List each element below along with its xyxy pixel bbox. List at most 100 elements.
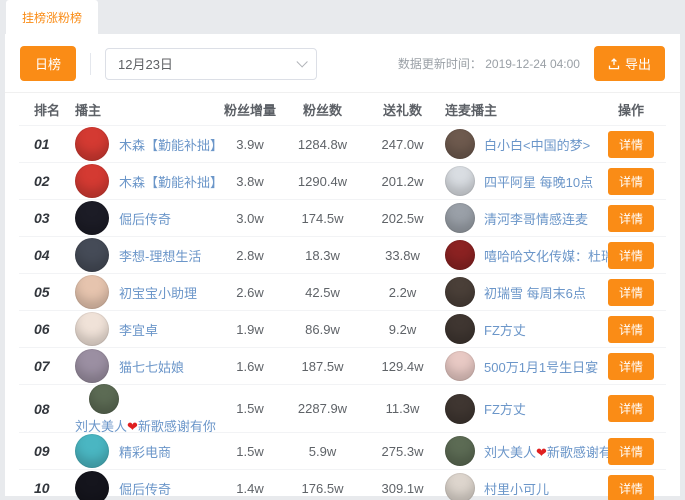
linked-broadcaster-cell: 嘻哈哈文化传媒：杜瑞才！ — [445, 240, 596, 270]
detail-button[interactable]: 详情 — [608, 242, 654, 269]
broadcaster-name-link[interactable]: 木森【勤能补拙】 — [119, 172, 223, 191]
fan-increase-value: 2.6w — [215, 285, 285, 300]
date-select[interactable]: 12月23日 — [105, 48, 317, 80]
fan-count-value: 1284.8w — [285, 137, 360, 152]
rank-number: 06 — [19, 321, 75, 337]
broadcaster-name-link[interactable]: 李想-理想生活 — [119, 246, 201, 265]
header-rank: 排名 — [19, 100, 75, 119]
linked-broadcaster-avatar[interactable] — [445, 240, 475, 270]
broadcaster-cell: 初宝宝小助理 — [75, 275, 215, 309]
broadcaster-avatar[interactable] — [75, 434, 109, 468]
linked-broadcaster-cell: 白小白<中国的梦> — [445, 129, 596, 159]
broadcaster-avatar[interactable] — [89, 384, 119, 414]
gift-count-value: 11.3w — [360, 401, 445, 416]
linked-broadcaster-cell: 初瑞雪 每周末6点 — [445, 277, 596, 307]
linked-broadcaster-name-link[interactable]: 初瑞雪 每周末6点 — [484, 283, 586, 302]
broadcaster-avatar[interactable] — [75, 349, 109, 383]
linked-broadcaster-cell: 清河李哥情感连麦 — [445, 203, 596, 233]
linked-broadcaster-avatar[interactable] — [445, 351, 475, 381]
broadcaster-avatar[interactable] — [75, 471, 109, 500]
linked-broadcaster-avatar[interactable] — [445, 436, 475, 466]
table-row: 06 李宜卓 1.9w 86.9w 9.2w FZ方丈 详情 — [19, 310, 666, 347]
broadcaster-name-link[interactable]: 初宝宝小助理 — [119, 283, 197, 302]
gift-count-value: 9.2w — [360, 322, 445, 337]
data-update-time: 数据更新时间： 2019-12-24 04:00 — [398, 55, 580, 72]
rank-number: 04 — [19, 247, 75, 263]
export-button[interactable]: 导出 — [594, 46, 665, 81]
detail-button[interactable]: 详情 — [608, 353, 654, 380]
linked-broadcaster-name-link[interactable]: FZ方丈 — [484, 320, 526, 339]
linked-broadcaster-name-link[interactable]: 白小白<中国的梦> — [484, 135, 590, 154]
linked-broadcaster-avatar[interactable] — [445, 203, 475, 233]
daily-rank-button[interactable]: 日榜 — [20, 46, 76, 81]
chevron-down-icon — [296, 56, 307, 67]
detail-button[interactable]: 详情 — [608, 205, 654, 232]
detail-button[interactable]: 详情 — [608, 395, 654, 422]
fan-count-value: 187.5w — [285, 359, 360, 374]
linked-broadcaster-avatar[interactable] — [445, 277, 475, 307]
fan-count-value: 176.5w — [285, 481, 360, 496]
gift-count-value: 201.2w — [360, 174, 445, 189]
gift-count-value: 247.0w — [360, 137, 445, 152]
fan-increase-value: 1.9w — [215, 322, 285, 337]
table-row: 03 倔后传奇 3.0w 174.5w 202.5w 清河李哥情感连麦 详情 — [19, 199, 666, 236]
broadcaster-avatar[interactable] — [75, 127, 109, 161]
linked-broadcaster-avatar[interactable] — [445, 314, 475, 344]
linked-broadcaster-name-link[interactable]: 四平阿星 每晚10点 — [484, 172, 593, 191]
linked-broadcaster-avatar[interactable] — [445, 166, 475, 196]
fan-count-value: 2287.9w — [285, 401, 360, 416]
broadcaster-avatar[interactable] — [75, 275, 109, 309]
broadcaster-name-link[interactable]: 倔后传奇 — [119, 479, 171, 498]
broadcaster-name-link[interactable]: 精彩电商 — [119, 442, 171, 461]
linked-broadcaster-cell: FZ方丈 — [445, 394, 596, 424]
linked-broadcaster-name-link[interactable]: 清河李哥情感连麦 — [484, 209, 588, 228]
linked-broadcaster-name-link[interactable]: 500万1月1号生日宴 — [484, 357, 598, 376]
detail-button[interactable]: 详情 — [608, 438, 654, 465]
detail-button[interactable]: 详情 — [608, 316, 654, 343]
fan-count-value: 174.5w — [285, 211, 360, 226]
gift-count-value: 129.4w — [360, 359, 445, 374]
detail-button[interactable]: 详情 — [608, 279, 654, 306]
broadcaster-name-link[interactable]: 倔后传奇 — [119, 209, 171, 228]
main-card: 日榜 12月23日 数据更新时间： 2019-12-24 04:00 导出 排名… — [5, 34, 680, 496]
linked-broadcaster-avatar[interactable] — [445, 394, 475, 424]
fan-increase-value: 1.5w — [215, 444, 285, 459]
fan-increase-value: 1.5w — [215, 401, 285, 416]
rank-number: 02 — [19, 173, 75, 189]
fan-count-value: 18.3w — [285, 248, 360, 263]
header-gift-count: 送礼数 — [360, 100, 445, 119]
detail-button[interactable]: 详情 — [608, 475, 654, 500]
broadcaster-avatar[interactable] — [75, 201, 109, 235]
broadcaster-avatar[interactable] — [75, 238, 109, 272]
broadcaster-cell: 李想-理想生活 — [75, 238, 215, 272]
linked-broadcaster-avatar[interactable] — [445, 473, 475, 500]
broadcaster-avatar[interactable] — [75, 164, 109, 198]
broadcaster-cell: 刘大美人❤新歌感谢有你 — [75, 382, 215, 435]
toolbar-divider — [90, 53, 91, 75]
tab-fan-growth-rank[interactable]: 挂榜涨粉榜 — [6, 0, 98, 34]
detail-button[interactable]: 详情 — [608, 131, 654, 158]
broadcaster-name-link[interactable]: 李宜卓 — [119, 320, 158, 339]
linked-broadcaster-avatar[interactable] — [445, 129, 475, 159]
rank-number: 03 — [19, 210, 75, 226]
header-action: 操作 — [596, 100, 666, 119]
table-row: 05 初宝宝小助理 2.6w 42.5w 2.2w 初瑞雪 每周末6点 详情 — [19, 273, 666, 310]
gift-count-value: 275.3w — [360, 444, 445, 459]
broadcaster-name-link[interactable]: 木森【勤能补拙】 — [119, 135, 223, 154]
broadcaster-cell: 精彩电商 — [75, 434, 215, 468]
fan-count-value: 5.9w — [285, 444, 360, 459]
header-linked-broadcaster: 连麦播主 — [445, 100, 596, 119]
table-row: 10 倔后传奇 1.4w 176.5w 309.1w 村里小可儿 详情 — [19, 469, 666, 500]
broadcaster-name-link[interactable]: 刘大美人❤新歌感谢有你 — [75, 416, 215, 435]
broadcaster-cell: 木森【勤能补拙】 — [75, 164, 215, 198]
header-fan-increase: 粉丝增量 — [215, 100, 285, 119]
fan-increase-value: 2.8w — [215, 248, 285, 263]
linked-broadcaster-name-link[interactable]: FZ方丈 — [484, 399, 526, 418]
linked-broadcaster-name-link[interactable]: 村里小可儿 — [484, 479, 549, 498]
table-header-row: 排名 播主 粉丝增量 粉丝数 送礼数 连麦播主 操作 — [19, 93, 666, 125]
broadcaster-avatar[interactable] — [75, 312, 109, 346]
broadcaster-name-link[interactable]: 猫七七姑娘 — [119, 357, 184, 376]
header-broadcaster: 播主 — [75, 100, 215, 119]
detail-button[interactable]: 详情 — [608, 168, 654, 195]
fan-increase-value: 3.8w — [215, 174, 285, 189]
